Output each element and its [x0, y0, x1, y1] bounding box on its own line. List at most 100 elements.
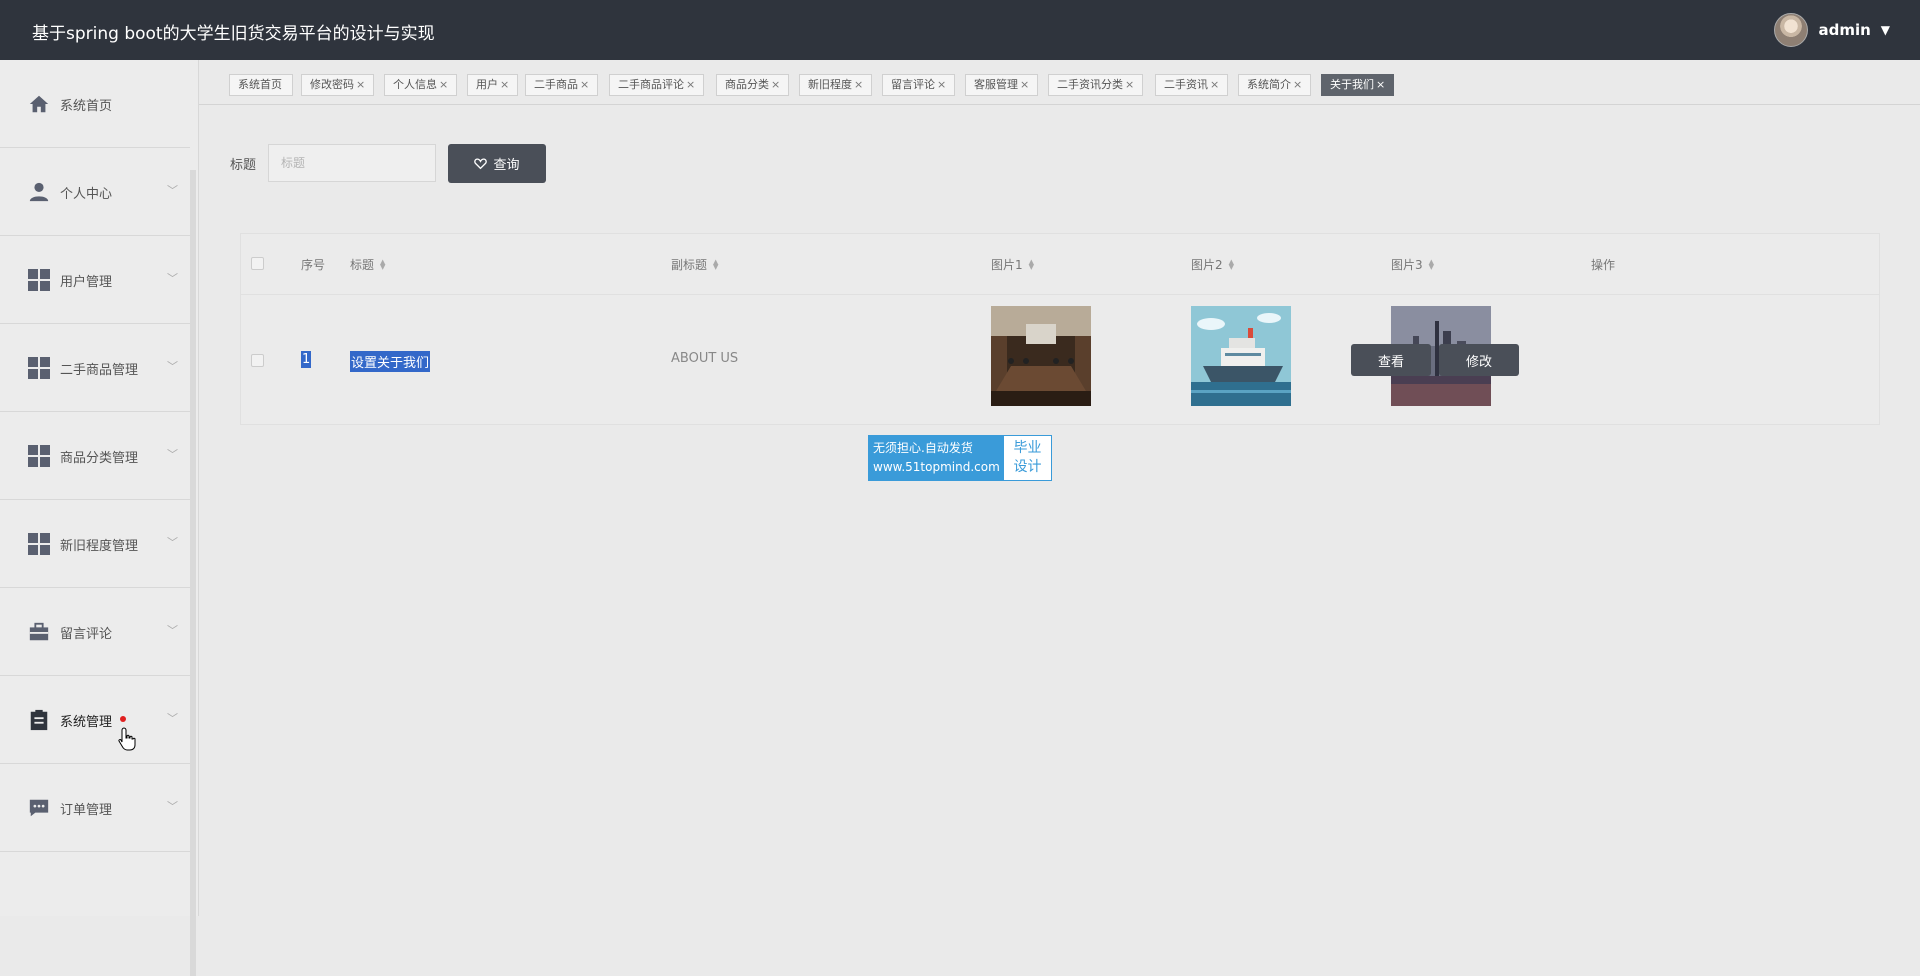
sort-icon: ▲ ▼ [1028, 257, 1035, 271]
tab-goods-comment[interactable]: 二手商品评论 × [609, 74, 705, 96]
row-subtitle: ABOUT US [671, 351, 739, 366]
query-button[interactable]: 查询 [448, 144, 546, 183]
chevron-down-icon: ﹀ [167, 800, 178, 813]
sidebar-item-label: 新旧程度管理 [60, 539, 139, 554]
tab-comments[interactable]: 留言评论 × [882, 74, 956, 96]
sidebar-item-condition-management[interactable]: 新旧程度管理 ﹀ [0, 500, 190, 588]
sort-icon: ▲ ▼ [1428, 257, 1435, 271]
sidebar-item-system-management[interactable]: 系统管理 ﹀ [0, 676, 190, 764]
home-icon [29, 95, 49, 113]
column-header-image2[interactable]: 图片2 ▲ ▼ [1191, 256, 1234, 273]
close-icon: × [854, 78, 864, 91]
close-icon: × [937, 78, 947, 91]
column-header-actions: 操作 [1591, 258, 1616, 272]
sidebar-item-comments[interactable]: 留言评论 ﹀ [0, 588, 190, 676]
close-icon: × [1125, 78, 1135, 91]
briefcase-icon [29, 622, 49, 641]
query-button-label: 查询 [493, 158, 520, 173]
sidebar-item-label: 系统管理 [60, 715, 113, 730]
grid-icon [28, 269, 50, 291]
chevron-down-icon: ﹀ [167, 184, 178, 197]
tabs-bar: 系统首页 修改密码 × 个人信息 × 用户 × 二手商品 × 二手商品评论 × 商品分类 ×… [199, 60, 1920, 105]
chevron-down-icon: ﹀ [167, 624, 178, 637]
user-menu[interactable]: admin ▼ [1774, 13, 1890, 47]
grid-icon [28, 445, 50, 467]
sidebar-item-label: 系统首页 [60, 99, 113, 114]
close-icon: × [356, 78, 366, 91]
meeting-room-photo[interactable] [991, 306, 1091, 406]
sort-icon: ▲ ▼ [380, 257, 386, 271]
tab-news[interactable]: 二手资讯 × [1155, 74, 1229, 96]
sidebar-item-label: 用户管理 [60, 275, 113, 290]
user-icon [29, 182, 49, 202]
sort-icon: ▲ ▼ [1228, 257, 1235, 271]
caret-down-icon[interactable]: ▼ [1881, 23, 1890, 37]
sidebar-item-goods-management[interactable]: 二手商品管理 ﹀ [0, 324, 190, 412]
sidebar-item-home[interactable]: 系统首页 [0, 60, 190, 148]
sidebar-item-order-management[interactable]: 订单管理 ﹀ [0, 764, 190, 852]
close-icon: × [1210, 78, 1220, 91]
search-input[interactable] [268, 144, 436, 182]
tab-home[interactable]: 系统首页 [229, 74, 293, 96]
top-header: 基于spring boot的大学生旧货交易平台的设计与实现 admin ▼ [0, 0, 1920, 60]
tab-condition[interactable]: 新旧程度 × [799, 74, 873, 96]
sidebar: 系统首页 个人中心 ﹀ 用户管理 ﹀ 二手商品管理 ﹀ 商品分类管理 ﹀ 新旧程… [0, 60, 199, 976]
ship-illustration[interactable] [1191, 306, 1291, 406]
watermark-left: 无须担心.自动发货 www.51topmind.com [869, 436, 1004, 480]
chevron-down-icon: ﹀ [167, 448, 178, 461]
chat-icon [29, 799, 49, 817]
close-icon: × [1020, 78, 1030, 91]
column-header-image1[interactable]: 图片1 ▲ ▼ [991, 256, 1034, 273]
sidebar-item-label: 商品分类管理 [60, 451, 139, 466]
close-icon: × [439, 78, 449, 91]
select-all-checkbox[interactable] [251, 257, 264, 270]
notification-dot [120, 716, 126, 722]
data-table: 序号 标题 ▲ ▼ 副标题 ▲ ▼ 图片1 ▲ ▼ 图片2 ▲ ▼ 图片3 ▲ ▼ 操作 1 设置关… [240, 233, 1880, 425]
row-checkbox[interactable] [251, 354, 264, 367]
close-icon: × [1293, 78, 1303, 91]
search-label: 标题 [230, 158, 257, 173]
clipboard-icon [30, 709, 48, 731]
row-index: 1 [301, 351, 312, 368]
tab-about-us[interactable]: 关于我们 × [1321, 74, 1395, 96]
column-header-title[interactable]: 标题 ▲ ▼ [350, 256, 385, 273]
close-icon: × [686, 78, 696, 91]
column-header-index: 序号 [301, 258, 326, 272]
table-row: 1 设置关于我们 ABOUT US 查看 修改 [241, 294, 1879, 425]
table-header: 序号 标题 ▲ ▼ 副标题 ▲ ▼ 图片1 ▲ ▼ 图片2 ▲ ▼ 图片3 ▲ ▼ 操作 [241, 234, 1879, 295]
column-header-image3[interactable]: 图片3 ▲ ▼ [1391, 256, 1434, 273]
view-button[interactable]: 查看 [1351, 344, 1431, 376]
tab-change-password[interactable]: 修改密码 × [301, 74, 375, 96]
close-icon: × [580, 78, 590, 91]
heart-icon [474, 158, 488, 170]
close-icon: × [1376, 78, 1386, 91]
watermark-badge: 无须担心.自动发货 www.51topmind.com 毕业 设计 [868, 435, 1052, 481]
sidebar-item-category-management[interactable]: 商品分类管理 ﹀ [0, 412, 190, 500]
close-icon: × [771, 78, 781, 91]
app-title: 基于spring boot的大学生旧货交易平台的设计与实现 [32, 24, 435, 44]
tab-user[interactable]: 用户 × [467, 74, 519, 96]
column-header-subtitle[interactable]: 副标题 ▲ ▼ [671, 256, 718, 273]
sidebar-item-personal-center[interactable]: 个人中心 ﹀ [0, 148, 190, 236]
edit-button[interactable]: 修改 [1439, 344, 1519, 376]
sidebar-item-user-management[interactable]: 用户管理 ﹀ [0, 236, 190, 324]
sidebar-item-label: 二手商品管理 [60, 363, 139, 378]
watermark-right: 毕业 设计 [1004, 436, 1051, 480]
grid-icon [28, 533, 50, 555]
row-title: 设置关于我们 [350, 351, 431, 372]
sidebar-scrollbar[interactable] [190, 170, 196, 976]
close-icon: × [500, 78, 510, 91]
user-name[interactable]: admin [1818, 21, 1870, 39]
tab-personal-info[interactable]: 个人信息 × [384, 74, 458, 96]
tab-system-intro[interactable]: 系统简介 × [1238, 74, 1312, 96]
chevron-down-icon: ﹀ [167, 272, 178, 285]
chevron-down-icon: ﹀ [167, 712, 178, 725]
tab-category[interactable]: 商品分类 × [716, 74, 790, 96]
tab-customer-service[interactable]: 客服管理 × [965, 74, 1039, 96]
sidebar-item-label: 个人中心 [60, 187, 113, 202]
sort-icon: ▲ ▼ [713, 257, 719, 271]
tab-goods[interactable]: 二手商品 × [525, 74, 599, 96]
avatar[interactable] [1774, 13, 1809, 47]
sidebar-item-label: 订单管理 [60, 803, 113, 818]
tab-news-category[interactable]: 二手资讯分类 × [1048, 74, 1144, 96]
